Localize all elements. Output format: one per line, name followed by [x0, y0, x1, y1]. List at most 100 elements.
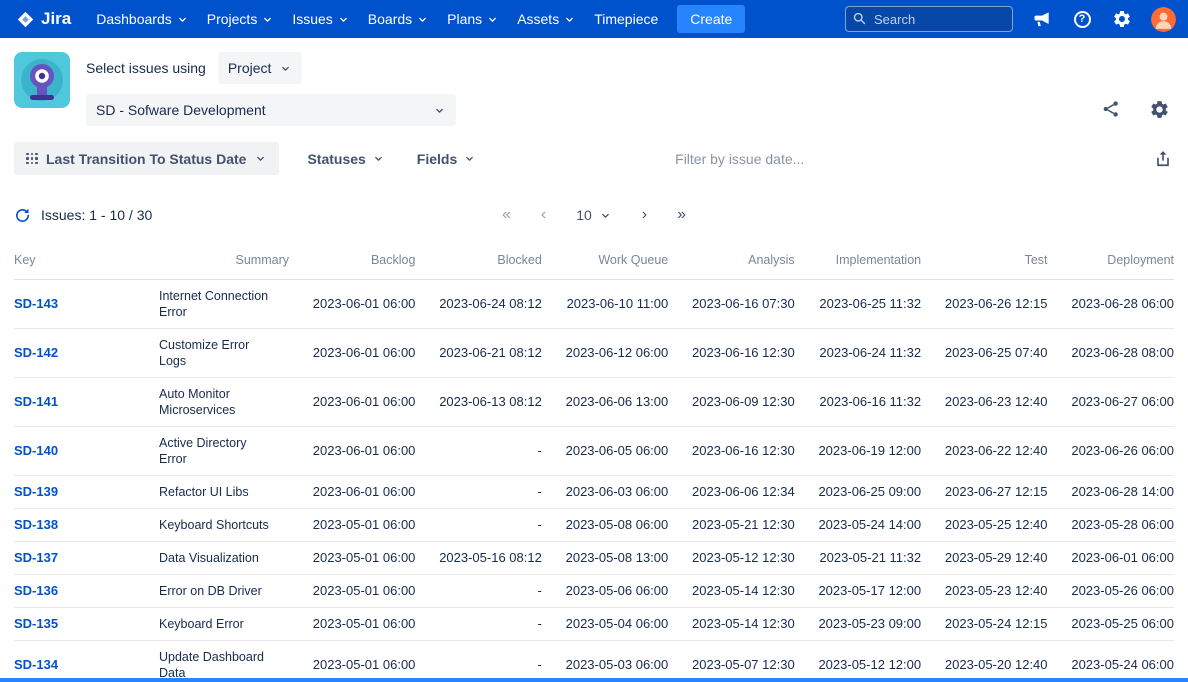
search-icon — [852, 11, 867, 26]
work-queue-date-cell: 2023-05-03 06:00 — [542, 641, 668, 682]
deployment-date-cell: 2023-06-26 06:00 — [1048, 427, 1174, 476]
test-date-cell: 2023-06-25 07:40 — [921, 329, 1047, 378]
issue-key-link[interactable]: SD-138 — [14, 517, 58, 532]
issue-key-cell: SD-137 — [14, 542, 159, 575]
gadget-page: Select issues using Project SD - Sofware… — [0, 38, 1188, 682]
issue-key-link[interactable]: SD-140 — [14, 443, 58, 458]
blocked-date-cell: - — [415, 476, 541, 509]
work-queue-date-cell: 2023-06-12 06:00 — [542, 329, 668, 378]
issue-key-link[interactable]: SD-143 — [14, 296, 58, 311]
nav-search — [845, 6, 1013, 32]
last-page-button[interactable]: » — [677, 207, 686, 223]
nav-menu-item[interactable]: Dashboards — [87, 5, 198, 33]
chevron-down-icon — [176, 13, 189, 26]
issues-table: Key Summary Backlog Blocked Work Queue A… — [14, 243, 1174, 682]
chevron-down-icon — [486, 13, 499, 26]
fields-button[interactable]: Fields — [405, 142, 488, 175]
implementation-date-cell: 2023-06-25 11:32 — [795, 280, 921, 329]
nav-menu-item-label: Dashboards — [96, 11, 172, 27]
column-header[interactable]: Test — [921, 243, 1047, 280]
deployment-date-cell: 2023-06-27 06:00 — [1048, 378, 1174, 427]
issue-source-mode-select[interactable]: Project — [218, 52, 303, 84]
report-type-button[interactable]: Last Transition To Status Date — [14, 142, 279, 175]
column-header[interactable]: Summary — [159, 243, 289, 280]
brand-text: Jira — [41, 9, 71, 29]
report-toolbar: Last Transition To Status Date Statuses … — [14, 142, 1174, 175]
nav-menu-item-label: Assets — [517, 11, 559, 27]
next-page-button[interactable]: › — [642, 207, 647, 223]
table-row: SD-142 Customize Error Logs 2023-06-01 0… — [14, 329, 1174, 378]
share-icon[interactable] — [1100, 98, 1122, 120]
work-queue-date-cell: 2023-06-03 06:00 — [542, 476, 668, 509]
pagination: « ‹ 10 › » — [502, 207, 686, 223]
first-page-button[interactable]: « — [502, 207, 511, 223]
analysis-date-cell: 2023-05-14 12:30 — [668, 575, 794, 608]
column-header[interactable]: Backlog — [289, 243, 415, 280]
work-queue-date-cell: 2023-05-04 06:00 — [542, 608, 668, 641]
issue-key-cell: SD-139 — [14, 476, 159, 509]
backlog-date-cell: 2023-06-01 06:00 — [289, 427, 415, 476]
help-glyph: ? — [1074, 11, 1091, 28]
help-icon[interactable]: ? — [1071, 8, 1093, 30]
nav-menu-item[interactable]: Assets — [508, 5, 585, 33]
nav-menu-item-label: Projects — [207, 11, 258, 27]
column-header[interactable]: Blocked — [415, 243, 541, 280]
column-header[interactable]: Deployment — [1048, 243, 1174, 280]
issue-key-link[interactable]: SD-142 — [14, 345, 58, 360]
gadget-settings-gear-icon[interactable] — [1148, 98, 1170, 120]
user-avatar[interactable] — [1151, 7, 1176, 32]
nav-menu-item[interactable]: Boards — [359, 5, 438, 33]
issue-key-link[interactable]: SD-136 — [14, 583, 58, 598]
nav-menu-item[interactable]: Plans — [438, 5, 508, 33]
test-date-cell: 2023-05-20 12:40 — [921, 641, 1047, 682]
column-header[interactable]: Analysis — [668, 243, 794, 280]
issue-summary-cell: Internet Connection Error — [159, 280, 289, 329]
table-row: SD-134 Update Dashboard Data 2023-05-01 … — [14, 641, 1174, 682]
column-header[interactable]: Implementation — [795, 243, 921, 280]
refresh-icon[interactable] — [14, 207, 31, 224]
column-header[interactable]: Key — [14, 243, 159, 280]
issue-summary-cell: Customize Error Logs — [159, 329, 289, 378]
issue-key-link[interactable]: SD-137 — [14, 550, 58, 565]
chevron-down-icon — [261, 13, 274, 26]
export-icon[interactable] — [1152, 148, 1174, 170]
grid-icon — [26, 153, 38, 165]
prev-page-button[interactable]: ‹ — [541, 207, 546, 223]
backlog-date-cell: 2023-06-01 06:00 — [289, 476, 415, 509]
test-date-cell: 2023-06-23 12:40 — [921, 378, 1047, 427]
chevron-down-icon — [372, 152, 385, 165]
work-queue-date-cell: 2023-05-08 13:00 — [542, 542, 668, 575]
settings-gear-icon[interactable] — [1111, 8, 1133, 30]
issue-key-link[interactable]: SD-141 — [14, 394, 58, 409]
deployment-date-cell: 2023-06-01 06:00 — [1048, 542, 1174, 575]
search-input[interactable] — [845, 6, 1013, 32]
select-issues-label: Select issues using — [86, 60, 206, 76]
issue-date-filter-input[interactable] — [675, 151, 965, 167]
project-select[interactable]: SD - Sofware Development — [86, 94, 456, 126]
nav-menu-item[interactable]: Projects — [198, 5, 284, 33]
statuses-button[interactable]: Statuses — [295, 142, 396, 175]
create-button[interactable]: Create — [677, 5, 745, 33]
issue-key-link[interactable]: SD-139 — [14, 484, 58, 499]
page-size-select[interactable]: 10 — [576, 207, 612, 223]
nav-menu-item[interactable]: Issues — [283, 5, 358, 33]
nav-menu-item[interactable]: Timepiece — [585, 5, 667, 33]
issue-key-link[interactable]: SD-135 — [14, 616, 58, 631]
test-date-cell: 2023-05-23 12:40 — [921, 575, 1047, 608]
jira-logo[interactable]: Jira — [16, 9, 71, 29]
implementation-date-cell: 2023-06-16 11:32 — [795, 378, 921, 427]
issue-summary-cell: Error on DB Driver — [159, 575, 289, 608]
analysis-date-cell: 2023-05-14 12:30 — [668, 608, 794, 641]
chevron-down-icon — [254, 152, 267, 165]
footer-accent-bar — [0, 678, 1188, 682]
blocked-date-cell: - — [415, 608, 541, 641]
column-header[interactable]: Work Queue — [542, 243, 668, 280]
backlog-date-cell: 2023-05-01 06:00 — [289, 641, 415, 682]
deployment-date-cell: 2023-05-24 06:00 — [1048, 641, 1174, 682]
analysis-date-cell: 2023-05-12 12:30 — [668, 542, 794, 575]
blocked-date-cell: 2023-06-13 08:12 — [415, 378, 541, 427]
issues-count-label: Issues: 1 - 10 / 30 — [41, 207, 152, 223]
announcements-icon[interactable] — [1031, 8, 1053, 30]
analysis-date-cell: 2023-05-07 12:30 — [668, 641, 794, 682]
issue-key-link[interactable]: SD-134 — [14, 657, 58, 672]
